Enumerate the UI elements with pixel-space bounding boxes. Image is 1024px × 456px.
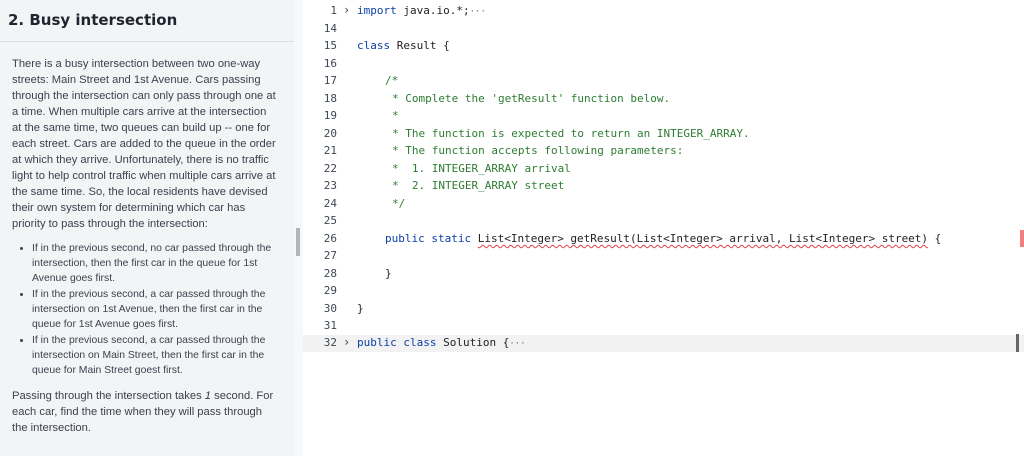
code-line[interactable]: 15 class Result { bbox=[303, 38, 1024, 55]
line-number: 31 bbox=[323, 319, 337, 332]
code-line[interactable]: 26 public static List<Integer> getResult… bbox=[303, 231, 1024, 248]
code-line[interactable]: 14 bbox=[303, 21, 1024, 38]
code-brace: { bbox=[928, 232, 942, 245]
rule-item: If in the previous second, a car passed … bbox=[32, 333, 276, 378]
code-comment[interactable]: * The function is expected to return an … bbox=[392, 127, 750, 140]
code-line[interactable]: 19 * bbox=[303, 108, 1024, 125]
fold-arrow-icon[interactable]: › bbox=[343, 335, 350, 349]
line-number: 28 bbox=[323, 267, 337, 280]
splitter-grip-icon[interactable] bbox=[296, 228, 300, 256]
code-line[interactable]: 31 bbox=[303, 318, 1024, 335]
scrollbar-thumb[interactable] bbox=[1016, 334, 1019, 352]
code-line[interactable]: 27 bbox=[303, 248, 1024, 265]
line-number: 29 bbox=[323, 284, 337, 297]
code-text[interactable]: class Result { bbox=[357, 39, 450, 52]
line-number: 15 bbox=[323, 39, 337, 52]
code-line[interactable]: 29 bbox=[303, 283, 1024, 300]
outro-text: Passing through the intersection takes bbox=[12, 390, 205, 402]
code-line[interactable]: 21 * The function accepts following para… bbox=[303, 143, 1024, 160]
rule-item: If in the previous second, a car passed … bbox=[32, 287, 276, 332]
folded-code-icon[interactable]: ··· bbox=[509, 339, 525, 349]
code-line[interactable]: 23 * 2. INTEGER_ARRAY street bbox=[303, 178, 1024, 195]
problem-panel: 2. Busy intersection There is a busy int… bbox=[0, 0, 294, 456]
problem-title: 2. Busy intersection bbox=[8, 11, 178, 29]
code-keyword: public class bbox=[357, 336, 437, 349]
code-class-name: Result { bbox=[390, 39, 450, 52]
problem-description: There is a busy intersection between two… bbox=[12, 56, 276, 445]
code-comment[interactable]: * Complete the 'getResult' function belo… bbox=[392, 92, 670, 105]
problem-outro: Passing through the intersection takes 1… bbox=[12, 388, 276, 436]
code-line[interactable]: 30 } bbox=[303, 301, 1024, 318]
error-marker-icon[interactable] bbox=[1020, 230, 1024, 247]
code-comment[interactable]: * bbox=[392, 109, 399, 122]
line-number: 14 bbox=[323, 22, 337, 35]
code-comment[interactable]: /* bbox=[385, 74, 398, 87]
code-keyword: class bbox=[357, 39, 391, 52]
code-editor[interactable]: 1 › import java.io.*;··· 14 15 class Res… bbox=[303, 0, 1024, 456]
line-number: 24 bbox=[323, 197, 337, 210]
priority-rules: If in the previous second, no car passed… bbox=[12, 241, 276, 378]
code-keyword: import bbox=[357, 4, 397, 17]
code-import: java.io.*; bbox=[396, 4, 470, 17]
code-line-active[interactable]: 32 › public class Solution {··· bbox=[303, 335, 1024, 352]
code-brace[interactable]: } bbox=[385, 267, 392, 280]
code-text[interactable]: import java.io.*;··· bbox=[357, 4, 486, 17]
line-number: 32 bbox=[323, 336, 337, 349]
code-comment[interactable]: */ bbox=[392, 197, 405, 210]
problem-intro: There is a busy intersection between two… bbox=[12, 58, 276, 230]
code-line[interactable]: 1 › import java.io.*;··· bbox=[303, 3, 1024, 20]
code-text[interactable]: public class Solution {··· bbox=[357, 336, 526, 349]
line-number: 1 bbox=[330, 4, 337, 17]
line-number: 18 bbox=[323, 92, 337, 105]
code-line[interactable]: 28 } bbox=[303, 266, 1024, 283]
line-number: 16 bbox=[323, 57, 337, 70]
rule-item: If in the previous second, no car passed… bbox=[32, 241, 276, 286]
line-number: 27 bbox=[323, 249, 337, 262]
line-number: 26 bbox=[323, 232, 337, 245]
code-line[interactable]: 22 * 1. INTEGER_ARRAY arrival bbox=[303, 161, 1024, 178]
code-comment[interactable]: * 1. INTEGER_ARRAY arrival bbox=[392, 162, 571, 175]
folded-code-icon[interactable]: ··· bbox=[470, 7, 486, 17]
code-keyword: public static bbox=[385, 232, 472, 245]
code-class-name: Solution { bbox=[436, 336, 510, 349]
code-line[interactable]: 17 /* bbox=[303, 73, 1024, 90]
line-number: 20 bbox=[323, 127, 337, 140]
code-line[interactable]: 18 * Complete the 'getResult' function b… bbox=[303, 91, 1024, 108]
line-number: 25 bbox=[323, 214, 337, 227]
line-number: 21 bbox=[323, 144, 337, 157]
title-divider bbox=[0, 41, 294, 42]
method-signature: List<Integer> getResult(List<Integer> ar… bbox=[477, 232, 929, 245]
code-comment[interactable]: * 2. INTEGER_ARRAY street bbox=[392, 179, 564, 192]
line-number: 17 bbox=[323, 74, 337, 87]
line-number: 22 bbox=[323, 162, 337, 175]
line-number: 19 bbox=[323, 109, 337, 122]
fold-arrow-icon[interactable]: › bbox=[343, 3, 350, 17]
code-text[interactable]: public static List<Integer> getResult(Li… bbox=[385, 232, 941, 245]
code-line[interactable]: 25 bbox=[303, 213, 1024, 230]
line-number: 30 bbox=[323, 302, 337, 315]
code-line[interactable]: 16 bbox=[303, 56, 1024, 73]
code-brace[interactable]: } bbox=[357, 302, 364, 315]
code-line[interactable]: 24 */ bbox=[303, 196, 1024, 213]
code-comment[interactable]: * The function accepts following paramet… bbox=[392, 144, 683, 157]
line-number: 23 bbox=[323, 179, 337, 192]
code-line[interactable]: 20 * The function is expected to return … bbox=[303, 126, 1024, 143]
